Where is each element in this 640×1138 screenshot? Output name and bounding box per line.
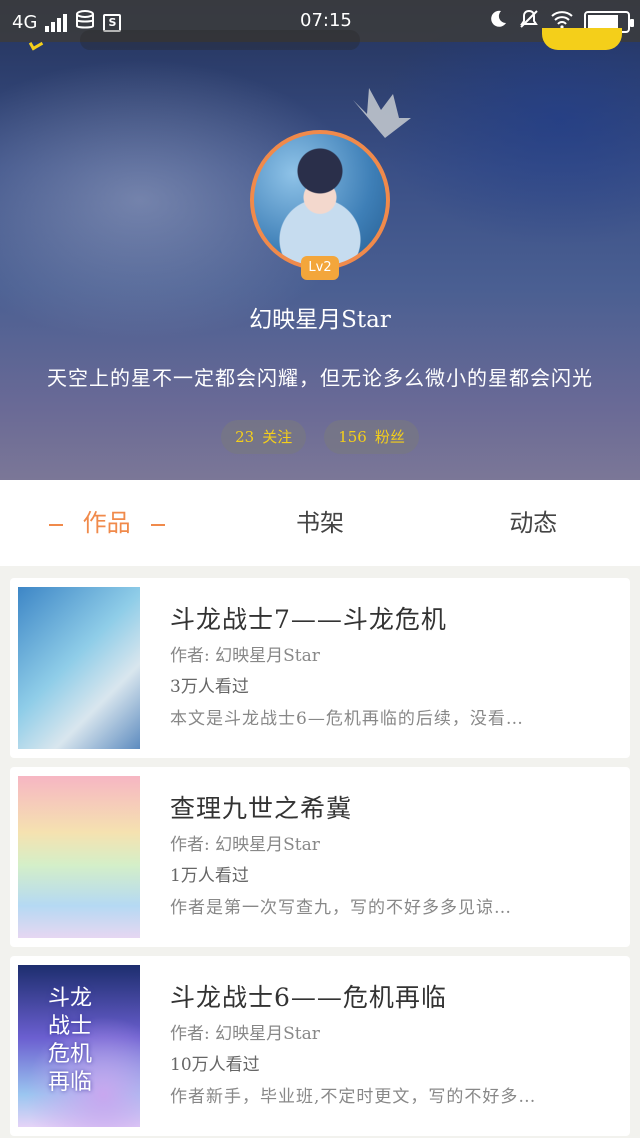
avatar[interactable] [250, 130, 390, 270]
cover-text-line: 战士 [48, 1014, 93, 1039]
book-cover[interactable] [18, 587, 140, 749]
book-views: 3万人看过 [170, 677, 249, 697]
profile-header: 4G S 07:15 Lv2 幻映星月Star 天空上的星不一定都会闪耀，但无论… [0, 0, 640, 480]
followers-label: 粉丝 [374, 428, 405, 446]
cover-text-line: 再临 [48, 1070, 93, 1095]
tab-indicator-right [150, 523, 165, 526]
tab-bookshelf[interactable]: 书架 [213, 480, 426, 566]
book-list: 斗龙战士7——斗龙危机 作者: 幻映星月Star 3万人看过 本文是斗龙战士6—… [10, 578, 630, 1138]
action-button[interactable] [542, 28, 622, 50]
stats-row: 23 关注 156 粉丝 [0, 420, 640, 454]
level-badge: Lv2 [301, 256, 339, 280]
tab-activity[interactable]: 动态 [427, 480, 640, 566]
clock: 07:15 [300, 10, 352, 31]
followers-count: 156 [338, 428, 367, 446]
book-cover[interactable] [18, 776, 140, 938]
network-label: 4G [12, 12, 38, 33]
cover-text: 斗龙 战士 危机 再临 [48, 985, 92, 1097]
book-description: 作者新手，毕业班,不定时更文，写的不好多… [170, 1087, 537, 1107]
book-description: 作者是第一次写查九，写的不好多多见谅… [170, 898, 512, 918]
book-author: 作者: 幻映星月Star [170, 1024, 320, 1044]
moon-icon [488, 9, 508, 34]
crown-icon [353, 88, 411, 138]
avatar-container: Lv2 [250, 88, 411, 280]
cover-text-line: 斗龙 [48, 986, 93, 1011]
book-title: 斗龙战士6——危机再临 [170, 983, 447, 1012]
tab-indicator-left [48, 523, 63, 526]
tab-label: 作品 [82, 509, 131, 537]
tab-works[interactable]: 作品 [0, 480, 213, 566]
book-card[interactable]: 斗龙战士危机再临 斗龙战士6——危机再临 作者: 幻映星月Star 10万人看过… [10, 956, 630, 1136]
book-author: 作者: 幻映星月Star [170, 646, 320, 666]
following-label: 关注 [262, 428, 293, 446]
book-title: 查理九世之希冀 [170, 794, 353, 823]
book-cover[interactable]: 斗龙 战士 危机 再临 [18, 965, 140, 1127]
tab-label: 书架 [295, 509, 344, 537]
book-views: 10万人看过 [170, 1055, 260, 1075]
book-title: 斗龙战士7——斗龙危机 [170, 605, 447, 634]
signal-icon [45, 13, 68, 32]
bio-text: 天空上的星不一定都会闪耀，但无论多么微小的星都会闪光 [47, 366, 593, 390]
s-box-icon: S [103, 13, 122, 32]
search-bar[interactable] [80, 30, 360, 50]
followers-button[interactable]: 156 粉丝 [324, 420, 419, 454]
book-card[interactable]: 查理九世之希冀 作者: 幻映星月Star 1万人看过 作者是第一次写查九，写的不… [10, 767, 630, 947]
mute-bell-icon [518, 8, 540, 35]
book-author: 作者: 幻映星月Star [170, 835, 320, 855]
tab-label: 动态 [509, 509, 558, 537]
tab-bar: 作品 书架 动态 [0, 480, 640, 566]
username: 幻映星月Star [249, 307, 391, 333]
following-count: 23 [235, 428, 255, 446]
cover-text-line: 危机 [48, 1042, 93, 1067]
book-card[interactable]: 斗龙战士7——斗龙危机 作者: 幻映星月Star 3万人看过 本文是斗龙战士6—… [10, 578, 630, 758]
book-description: 本文是斗龙战士6—危机再临的后续，没看… [170, 709, 524, 729]
following-button[interactable]: 23 关注 [221, 420, 307, 454]
book-views: 1万人看过 [170, 866, 249, 886]
